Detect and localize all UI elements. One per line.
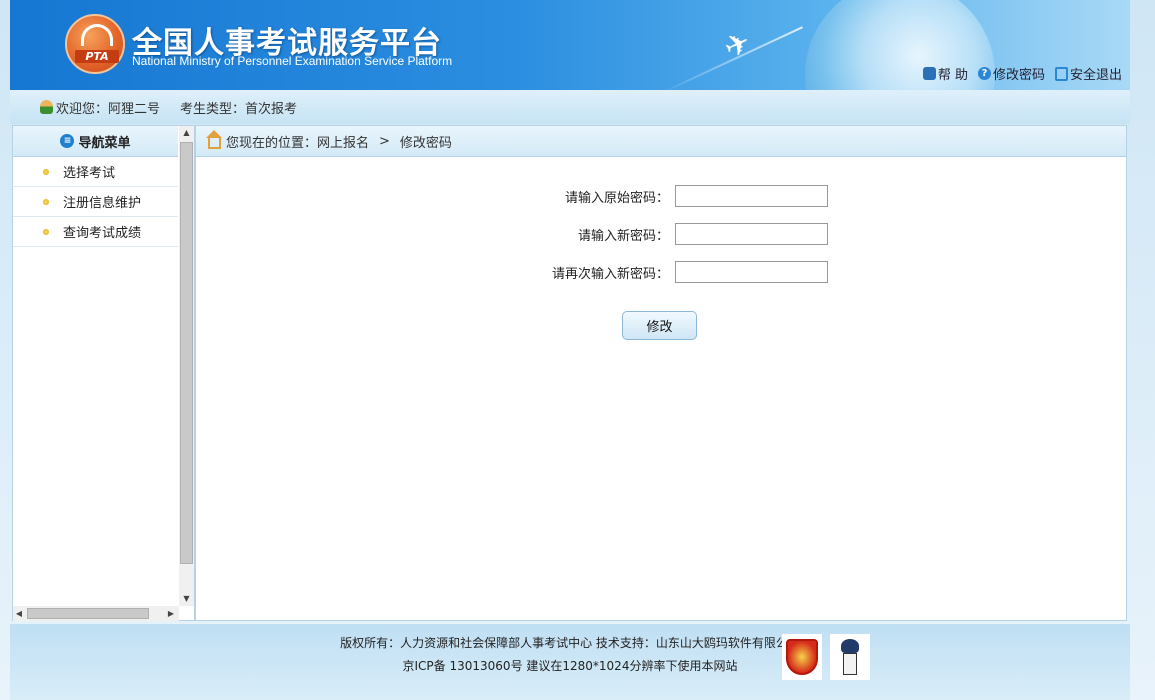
confirm-password-row: 请再次输入新密码： xyxy=(524,260,828,284)
old-password-row: 请输入原始密码： xyxy=(524,184,828,208)
pta-logo: PTA xyxy=(65,14,125,74)
site-subtitle: National Ministry of Personnel Examinati… xyxy=(132,54,453,68)
copyright-text: 版权所有：人力资源和社会保障部人事考试中心 技术支持：山东山大鸥玛软件有限公司 xyxy=(340,636,800,650)
user-info-bar: 欢迎您：阿狸二号 考生类型：首次报考 xyxy=(10,90,1130,124)
sidebar-item-label: 注册信息维护 xyxy=(63,196,142,211)
main-content: 您现在的位置：网上报名 > 修改密码 请输入原始密码： 请输入新密码： 请再次输… xyxy=(195,125,1127,621)
sidebar-item-query-scores[interactable]: 查询考试成绩 xyxy=(13,217,178,247)
scroll-up-icon[interactable]: ▲ xyxy=(179,126,194,140)
sidebar: ≡ 导航菜单 选择考试 注册信息维护 查询考试成绩 ▲ ▼ ◀ ▶ xyxy=(12,125,195,621)
menu-list-icon: ≡ xyxy=(60,134,75,148)
confirm-password-label: 请再次输入新密码： xyxy=(551,266,669,282)
site-footer: 版权所有：人力资源和社会保障部人事考试中心 技术支持：山东山大鸥玛软件有限公司 … xyxy=(10,624,1130,700)
scroll-left-icon[interactable]: ◀ xyxy=(13,606,25,621)
old-password-input[interactable] xyxy=(675,185,828,207)
change-password-link[interactable]: ? 修改密码 xyxy=(977,64,1045,83)
logo-text: PTA xyxy=(75,50,119,63)
logo-arch-icon xyxy=(81,24,113,46)
welcome-text: 欢迎您：阿狸二号 xyxy=(56,101,161,117)
nav-menu-header: ≡ 导航菜单 xyxy=(13,126,178,157)
lock-icon xyxy=(922,67,936,80)
breadcrumb: 您现在的位置：网上报名 > 修改密码 xyxy=(196,126,1126,157)
help-link[interactable]: 帮 助 xyxy=(922,64,968,83)
police-cap-icon xyxy=(841,639,859,653)
scrollbar-thumb[interactable] xyxy=(180,142,193,564)
airplane-icon: ✈ xyxy=(718,24,757,67)
sidebar-item-select-exam[interactable]: 选择考试 xyxy=(13,157,178,187)
police-figure-icon xyxy=(843,653,857,675)
confirm-password-input[interactable] xyxy=(675,261,828,283)
top-links: 帮 助 ? 修改密码 安全退出 xyxy=(922,64,1122,83)
submit-button[interactable]: 修改 xyxy=(622,311,697,340)
sidebar-item-label: 选择考试 xyxy=(63,166,116,181)
bullet-icon xyxy=(43,228,49,235)
sidebar-item-registration-info[interactable]: 注册信息维护 xyxy=(13,187,178,217)
bullet-icon xyxy=(43,198,49,205)
scrollbar-thumb[interactable] xyxy=(27,608,149,619)
logout-link-label: 安全退出 xyxy=(1069,68,1122,83)
scroll-right-icon[interactable]: ▶ xyxy=(165,606,177,621)
breadcrumb-prefix: 您现在的位置：网上报名 xyxy=(226,135,370,151)
site-header: ✈ PTA 全国人事考试服务平台 National Ministry of Pe… xyxy=(10,0,1130,90)
new-password-input[interactable] xyxy=(675,223,828,245)
new-password-label: 请输入新密码： xyxy=(577,228,669,244)
bullet-icon xyxy=(43,168,49,175)
help-link-label: 帮 助 xyxy=(937,68,968,83)
new-password-row: 请输入新密码： xyxy=(524,222,828,246)
scroll-down-icon[interactable]: ▼ xyxy=(179,592,194,606)
exit-icon xyxy=(1054,66,1068,81)
user-icon xyxy=(40,100,53,114)
sidebar-vertical-scrollbar[interactable]: ▲ ▼ xyxy=(179,126,194,606)
logout-link[interactable]: 安全退出 xyxy=(1054,64,1122,83)
breadcrumb-current: 修改密码 xyxy=(399,135,452,151)
page-frame: ✈ PTA 全国人事考试服务平台 National Ministry of Pe… xyxy=(10,0,1130,700)
breadcrumb-separator: > xyxy=(379,133,390,149)
sidebar-item-label: 查询考试成绩 xyxy=(63,226,142,241)
shield-icon xyxy=(786,639,818,675)
police-badge[interactable] xyxy=(830,634,870,680)
icp-text: 京ICP备 13013060号 建议在1280*1024分辨率下使用本网站 xyxy=(402,659,738,673)
old-password-label: 请输入原始密码： xyxy=(564,190,669,206)
help-circle-icon: ? xyxy=(977,67,991,80)
candidate-type: 考生类型：首次报考 xyxy=(180,101,298,117)
home-icon xyxy=(206,129,222,149)
nav-menu-title: 导航菜单 xyxy=(78,135,131,151)
sidebar-horizontal-scrollbar[interactable]: ◀ ▶ xyxy=(13,606,179,621)
security-badge[interactable] xyxy=(782,634,822,680)
change-password-link-label: 修改密码 xyxy=(992,68,1045,83)
